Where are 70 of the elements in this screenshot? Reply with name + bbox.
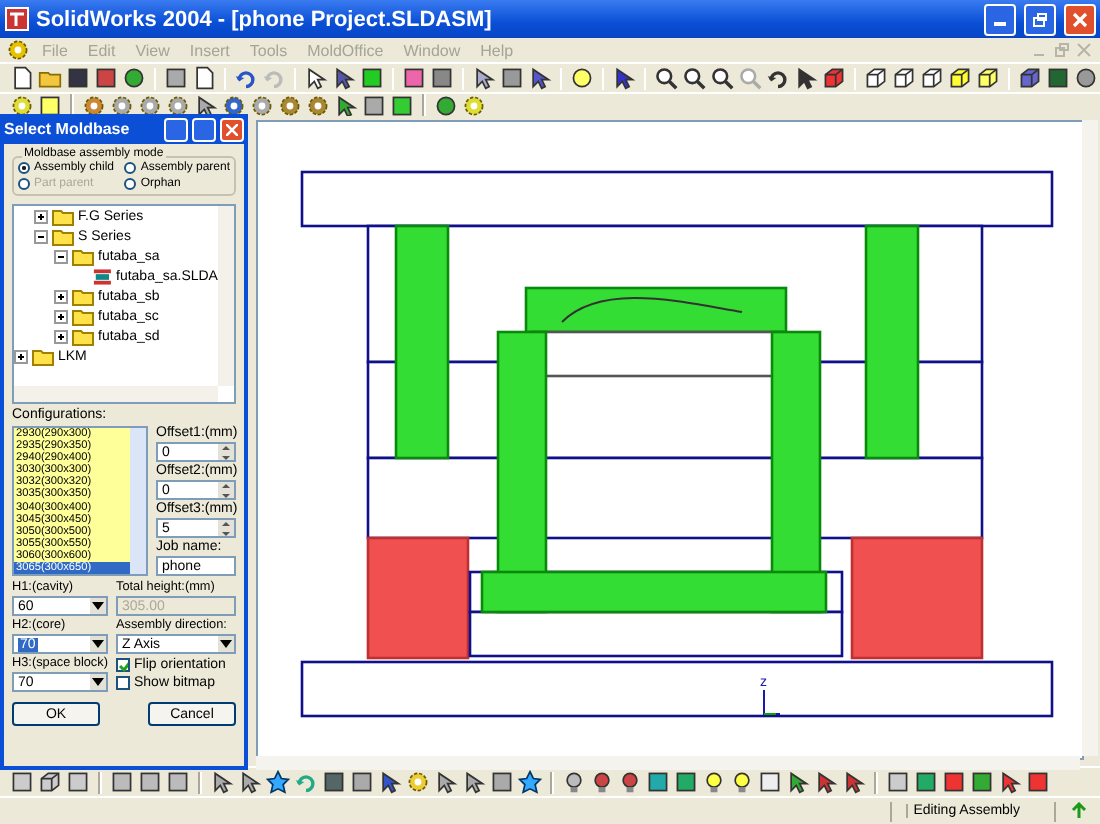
star-icon[interactable] xyxy=(518,770,542,794)
bulb-icon[interactable] xyxy=(590,770,614,794)
rotate-icon[interactable] xyxy=(766,66,790,90)
maximize-button[interactable] xyxy=(192,117,216,141)
axis-triad-icon xyxy=(760,690,780,718)
app-menu-icon[interactable] xyxy=(6,38,30,62)
checkbox[interactable] xyxy=(116,658,130,672)
hidden-removed-icon[interactable] xyxy=(920,66,944,90)
hidden-lines-icon[interactable] xyxy=(892,66,916,90)
vertical-scrollbar[interactable] xyxy=(218,206,234,386)
vertical-scrollbar[interactable] xyxy=(1082,120,1098,756)
horizontal-scrollbar[interactable] xyxy=(256,756,1080,770)
spin-arrows-icon[interactable] xyxy=(220,481,232,499)
window-title: SolidWorks 2004 - [phone Project.SLDASM] xyxy=(36,7,494,31)
bulb-icon[interactable] xyxy=(730,770,754,794)
bulb-icon[interactable] xyxy=(562,770,586,794)
expand-icon[interactable] xyxy=(34,209,48,223)
plane-icon[interactable] xyxy=(38,770,62,794)
folder-icon xyxy=(32,347,54,365)
minimize-button[interactable] xyxy=(984,3,1016,35)
dropdown-arrow-icon xyxy=(92,602,104,610)
folder-icon xyxy=(72,247,94,265)
minimize-icon xyxy=(994,22,1006,26)
spin-arrows-icon[interactable] xyxy=(220,443,232,461)
open-folder-icon[interactable] xyxy=(38,66,62,90)
shaded-icon[interactable] xyxy=(976,66,1000,90)
folder-icon xyxy=(72,327,94,345)
radio-button[interactable] xyxy=(124,162,137,174)
spin-arrows-icon[interactable] xyxy=(220,519,232,537)
close-icon xyxy=(1072,11,1088,27)
folder-icon xyxy=(72,307,94,325)
wireframe-icon[interactable] xyxy=(864,66,888,90)
dropdown-arrow-icon xyxy=(92,640,104,648)
expand-icon[interactable] xyxy=(54,309,68,323)
new-document-icon[interactable] xyxy=(10,66,34,90)
checkbox[interactable] xyxy=(116,676,130,690)
folder-icon xyxy=(72,287,94,305)
collapse-icon[interactable] xyxy=(54,249,68,263)
horizontal-scrollbar[interactable] xyxy=(14,386,218,402)
expand-icon[interactable] xyxy=(14,349,28,363)
folder-icon xyxy=(52,207,74,225)
folder-icon xyxy=(52,227,74,245)
graphics-area[interactable] xyxy=(256,120,1084,760)
bulb-icon[interactable] xyxy=(702,770,726,794)
app-logo-icon xyxy=(4,6,30,32)
rebuild-icon[interactable] xyxy=(1070,802,1088,820)
dropdown-arrow-icon xyxy=(92,678,104,686)
dialog-title: Select Moldbase xyxy=(4,120,132,138)
restore-icon xyxy=(1032,11,1048,27)
expand-icon[interactable] xyxy=(54,289,68,303)
undo-icon[interactable] xyxy=(234,66,258,90)
restore-button[interactable] xyxy=(1024,3,1056,35)
dropdown-arrow-icon xyxy=(220,640,232,648)
pointer-icon[interactable] xyxy=(304,66,328,90)
collapse-icon[interactable] xyxy=(34,229,48,243)
zoom-in-icon[interactable] xyxy=(710,66,734,90)
close-button[interactable] xyxy=(220,117,244,141)
close-icon xyxy=(226,123,238,135)
expand-icon[interactable] xyxy=(54,329,68,343)
zoom-to-area-icon[interactable] xyxy=(682,66,706,90)
vertical-scrollbar[interactable] xyxy=(130,428,146,574)
close-button[interactable] xyxy=(1064,3,1096,35)
bulb-icon[interactable] xyxy=(618,770,642,794)
zoom-to-fit-icon[interactable] xyxy=(654,66,678,90)
radio-button[interactable] xyxy=(124,178,137,190)
gear-icon[interactable] xyxy=(406,770,430,794)
minimize-button[interactable] xyxy=(164,117,188,141)
print-preview-icon[interactable] xyxy=(192,66,216,90)
shaded-edges-icon[interactable] xyxy=(948,66,972,90)
radio-button[interactable] xyxy=(18,162,30,174)
